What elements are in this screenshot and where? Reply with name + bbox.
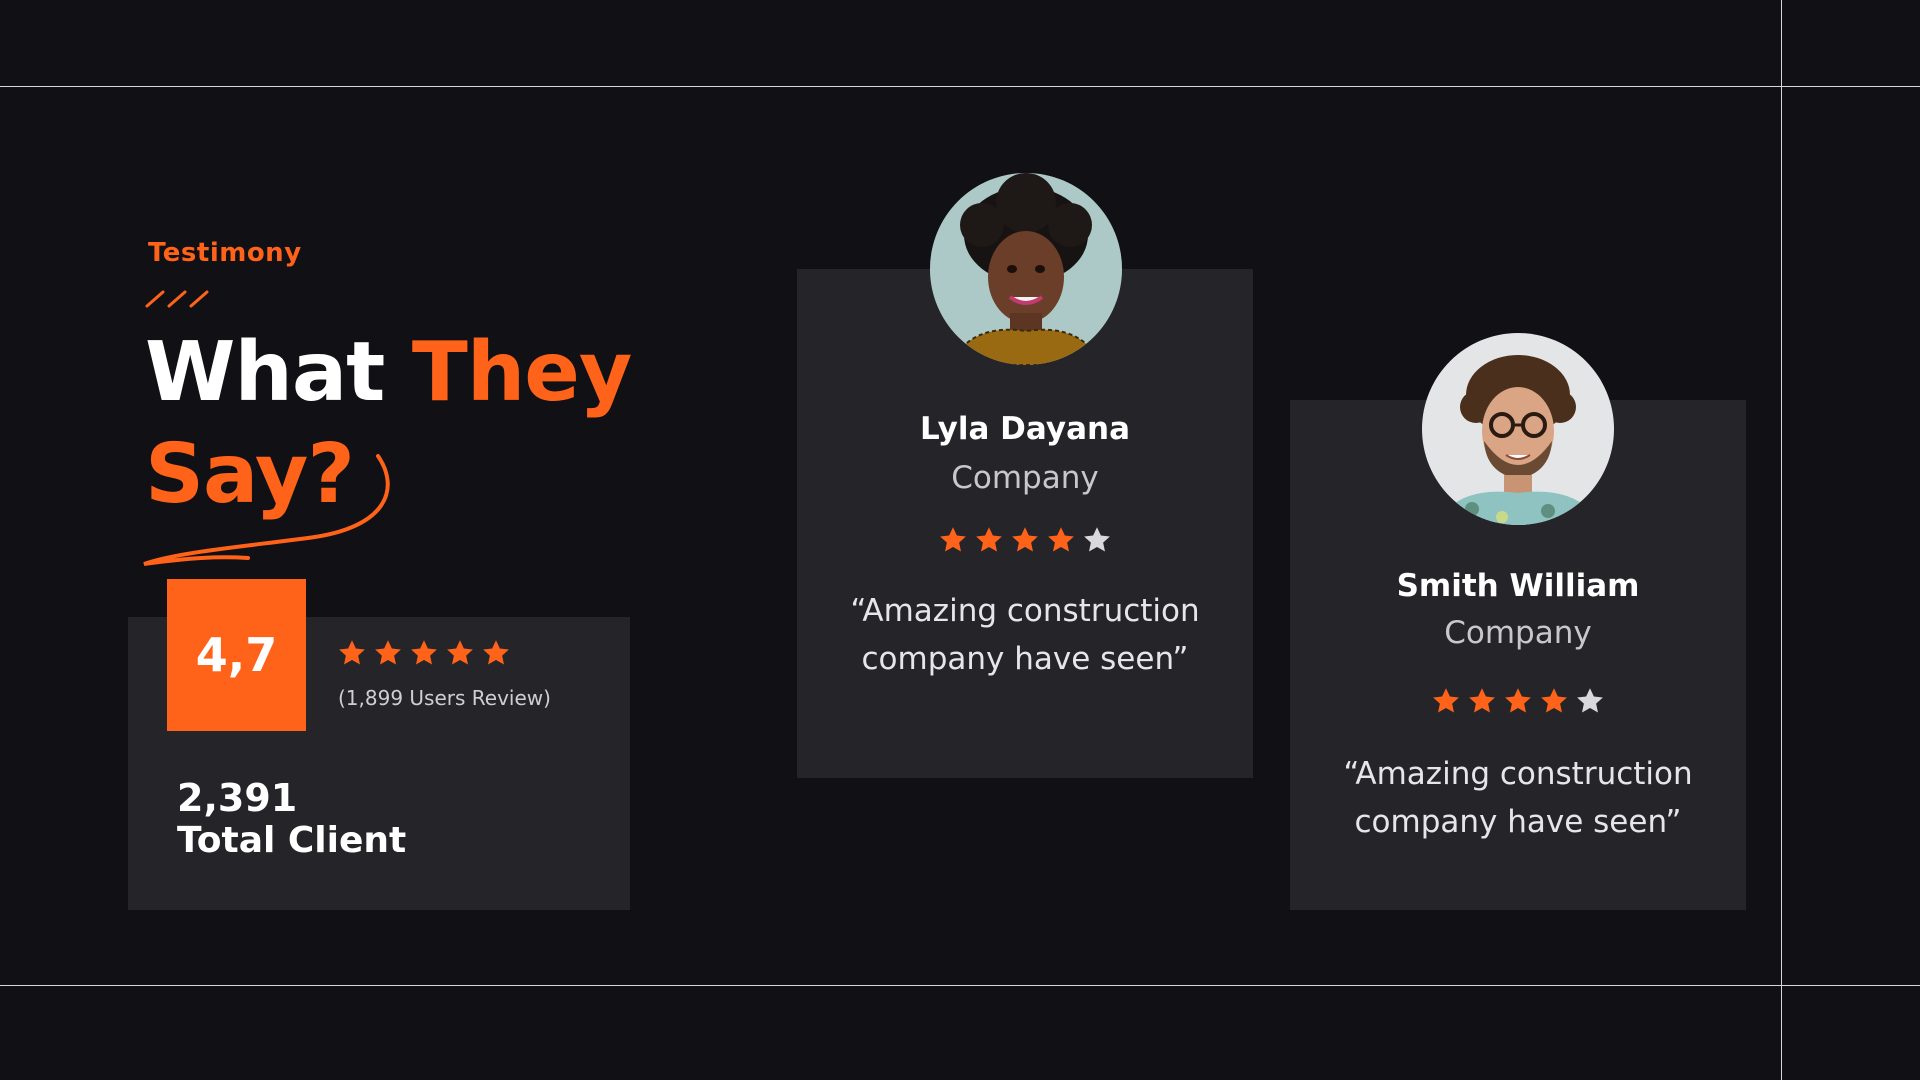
testimonial-company: Company [951,460,1099,496]
star-icon [976,527,1002,552]
star-icon [411,640,437,665]
avatar-photo-woman-icon [930,173,1122,365]
testimonial-name: Lyla Dayana [919,411,1130,447]
testimonial-rating-stars [797,525,1253,555]
title-part-white: What [145,325,412,420]
star-icon [940,527,966,552]
review-count: (1,899 Users Review) [338,686,551,710]
star-icon [447,640,473,665]
quote-line-2: company have seen” [861,641,1189,677]
star-icon [1084,527,1110,552]
testimonial-quote: “Amazing construction company have seen” [1290,750,1746,846]
quote-line-2: company have seen” [1354,804,1682,840]
title-part-orange: They [411,325,632,420]
rating-score-badge: 4,7 [167,579,306,731]
star-icon [1505,688,1531,713]
underline-swoosh-icon [143,454,390,566]
guide-line-bottom [0,985,1920,986]
quote-line-1: “Amazing construction [850,593,1200,629]
star-icon [1012,527,1038,552]
testimonial-name: Smith William [1396,568,1640,604]
star-icon [1048,527,1074,552]
testimonial-quote: “Amazing construction company have seen” [797,587,1253,683]
star-icon [1541,688,1567,713]
star-icon [483,640,509,665]
star-icon [1577,688,1603,713]
star-icon [339,640,365,665]
guide-line-top [0,86,1920,87]
section-eyebrow: Testimony [148,238,302,268]
testimonial-rating-stars [1290,686,1746,716]
quote-line-1: “Amazing construction [1343,756,1693,792]
avatar-photo-man-icon [1422,333,1614,525]
slash-decoration-icon [145,290,209,308]
stats-rating-stars [337,638,511,668]
guide-line-right [1781,0,1782,1080]
avatar-lyla [930,173,1122,365]
star-icon [1469,688,1495,713]
testimonial-slide: Testimony What They Say? 4,7 (1,899 User… [0,0,1920,1080]
star-icon [375,640,401,665]
avatar-smith [1422,333,1614,525]
total-clients-value: 2,391 [177,776,298,820]
testimonial-company: Company [1444,615,1592,651]
total-clients-label: Total Client [177,820,407,861]
star-icon [1433,688,1459,713]
